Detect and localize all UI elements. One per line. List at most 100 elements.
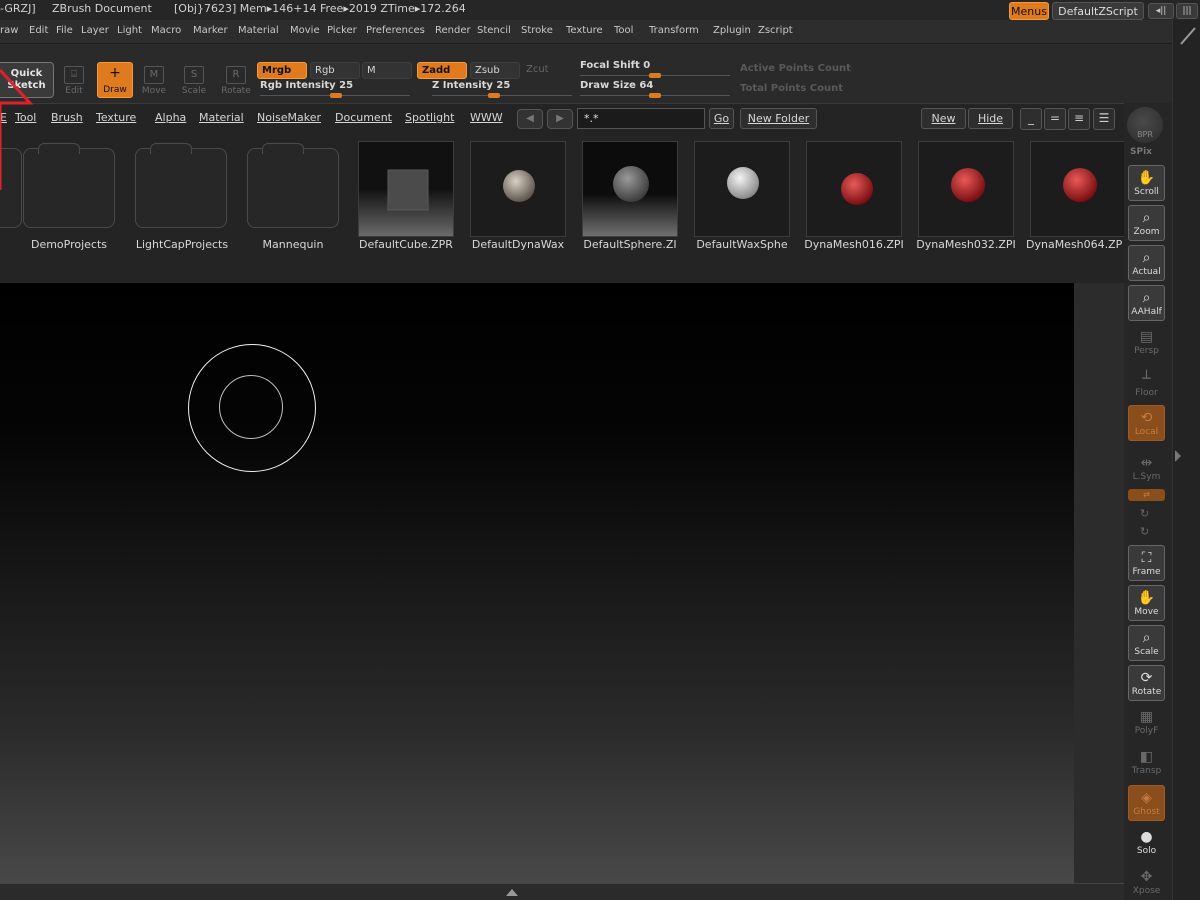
aahalf-button[interactable]: ⌕ AAHalf [1128, 285, 1165, 321]
previous-arrow-icon[interactable]: ◀ [517, 109, 543, 129]
rgb-intensity-thumb[interactable] [330, 93, 342, 98]
frame-button[interactable]: ⛶ Frame [1128, 545, 1165, 581]
file-thumb-dynamesh064[interactable] [1030, 141, 1126, 237]
menu-stroke[interactable]: Stroke [521, 24, 553, 38]
menu-edit[interactable]: Edit [29, 24, 48, 38]
document-canvas[interactable] [0, 283, 1074, 883]
polyf-button[interactable]: ▦ PolyF [1128, 705, 1165, 741]
zadd-button[interactable]: Zadd [417, 62, 467, 79]
menus-toggle-button[interactable]: Menus [1009, 2, 1049, 20]
focal-shift-slider[interactable]: Focal Shift 0 [580, 60, 730, 78]
floor-button[interactable]: ┴ Floor [1128, 367, 1165, 403]
new-folder-button[interactable]: New Folder [740, 108, 817, 129]
draw-size-slider[interactable]: Draw Size 64 [580, 80, 730, 98]
tray-toggle-icon[interactable]: ◂|| [1148, 3, 1174, 19]
solo-button[interactable]: ● Solo [1128, 825, 1165, 861]
move-mode-button[interactable]: M Move [136, 64, 172, 98]
xyz-axis-icon[interactable]: ⇄ [1128, 489, 1165, 501]
actual-button[interactable]: ⌕ Actual [1128, 245, 1165, 281]
hide-button[interactable]: Hide [968, 108, 1013, 129]
lsym-button[interactable]: ⇹ L.Sym [1128, 451, 1165, 487]
menu-macro[interactable]: Macro [151, 24, 181, 38]
folder-label: LightCapProjects [135, 238, 229, 251]
file-thumb-defaultcube[interactable] [358, 141, 454, 237]
scroll-button[interactable]: ✋ Scroll [1128, 165, 1165, 201]
menu-render[interactable]: Render [435, 24, 471, 38]
quad-row-icon[interactable]: ☰ [1093, 108, 1115, 130]
spix-slider[interactable]: SPix [1130, 147, 1152, 157]
file-thumb-defaultsphere[interactable] [582, 141, 678, 237]
ghost-button[interactable]: ◈ Ghost [1128, 785, 1165, 821]
menu-stencil[interactable]: Stencil [477, 24, 511, 38]
double-row-icon[interactable]: = [1044, 108, 1066, 130]
menu-texture[interactable]: Texture [566, 24, 603, 38]
menu-light[interactable]: Light [117, 24, 142, 38]
menu-tool[interactable]: Tool [614, 24, 633, 38]
lightbox-tab-alpha[interactable]: Alpha [155, 111, 186, 124]
triple-row-icon[interactable]: ≡ [1068, 108, 1090, 130]
z-intensity-slider[interactable]: Z Intensity 25 [432, 80, 572, 98]
menu-draw[interactable]: raw [0, 24, 18, 38]
next-arrow-icon[interactable]: ▶ [547, 109, 573, 129]
lightbox-tab-material[interactable]: Material [199, 111, 244, 124]
move-label: Move [1134, 607, 1159, 617]
zoom-button[interactable]: ⌕ Zoom [1128, 205, 1165, 241]
local-button[interactable]: ⟲ Local [1128, 405, 1165, 441]
menu-picker[interactable]: Picker [327, 24, 357, 38]
move-button[interactable]: ✋ Move [1128, 585, 1165, 621]
folder-lightcapprojects[interactable] [135, 143, 227, 228]
mrgb-button[interactable]: Mrgb [257, 62, 307, 79]
single-row-icon[interactable]: _ [1020, 108, 1042, 130]
m-button[interactable]: M [362, 62, 412, 79]
lightbox-tab-document[interactable]: Document [335, 111, 392, 124]
menu-layer[interactable]: Layer [81, 24, 109, 38]
lightbox-filter-input[interactable] [577, 108, 705, 129]
rotate-axis-icon[interactable]: ↻ [1140, 525, 1149, 538]
file-thumb-dynamesh032[interactable] [918, 141, 1014, 237]
lines-icon[interactable]: ||| [1176, 3, 1198, 19]
persp-button[interactable]: ▤ Persp [1128, 325, 1165, 361]
rgb-intensity-slider[interactable]: Rgb Intensity 25 [260, 80, 410, 98]
menu-preferences[interactable]: Preferences [366, 24, 425, 38]
draw-mode-button[interactable]: + Draw [97, 62, 133, 98]
zcut-button[interactable]: Zcut [522, 62, 572, 79]
rotate-mode-button[interactable]: R Rotate [218, 64, 254, 98]
menu-zscript[interactable]: Zscript [758, 24, 793, 38]
file-thumb-defaultwaxsphere[interactable] [694, 141, 790, 237]
lightbox-tab-texture[interactable]: Texture [96, 111, 136, 124]
lightbox-tab-www[interactable]: WWW [470, 111, 503, 124]
xpose-button[interactable]: ✥ Xpose [1128, 865, 1165, 897]
lightbox-tab-brush[interactable]: Brush [51, 111, 83, 124]
go-button[interactable]: Go [709, 108, 734, 129]
expand-right-icon[interactable] [1174, 448, 1184, 468]
file-thumb-dynamesh016[interactable] [806, 141, 902, 237]
rotate-axis-icon[interactable]: ↻ [1140, 507, 1149, 520]
draw-size-thumb[interactable] [649, 93, 661, 98]
menu-zplugin[interactable]: Zplugin [713, 24, 751, 38]
rotate-button[interactable]: ⟳ Rotate [1128, 665, 1165, 701]
zsub-button[interactable]: Zsub [470, 62, 520, 79]
lightbox-tab-spotlight[interactable]: Spotlight [405, 111, 454, 124]
rgb-button[interactable]: Rgb [310, 62, 360, 79]
transp-button[interactable]: ◧ Transp [1128, 745, 1165, 781]
new-button[interactable]: New [921, 108, 966, 129]
lightbox-tab-noisemaker[interactable]: NoiseMaker [257, 111, 321, 124]
bpr-render-button[interactable]: BPR [1127, 107, 1163, 143]
scale-mode-button[interactable]: S Scale [176, 64, 212, 98]
expand-tray-icon[interactable] [482, 886, 542, 898]
file-thumb-defaultdynawax[interactable] [470, 141, 566, 237]
menu-movie[interactable]: Movie [290, 24, 320, 38]
menu-file[interactable]: File [56, 24, 73, 38]
pen-tool-icon[interactable] [1173, 22, 1200, 52]
folder-mannequin[interactable] [247, 143, 339, 228]
menu-material[interactable]: Material [238, 24, 279, 38]
edit-mode-button[interactable]: ⌸ Edit [56, 64, 92, 98]
menu-transform[interactable]: Transform [649, 24, 699, 38]
z-intensity-thumb[interactable] [488, 93, 500, 98]
draw-label: Draw [103, 85, 127, 95]
default-zscript-button[interactable]: DefaultZScript [1052, 2, 1144, 20]
scale-button[interactable]: ⌕ Scale [1128, 625, 1165, 661]
brush-cursor-inner-ring [219, 375, 283, 439]
menu-marker[interactable]: Marker [193, 24, 228, 38]
focal-shift-thumb[interactable] [649, 73, 661, 78]
